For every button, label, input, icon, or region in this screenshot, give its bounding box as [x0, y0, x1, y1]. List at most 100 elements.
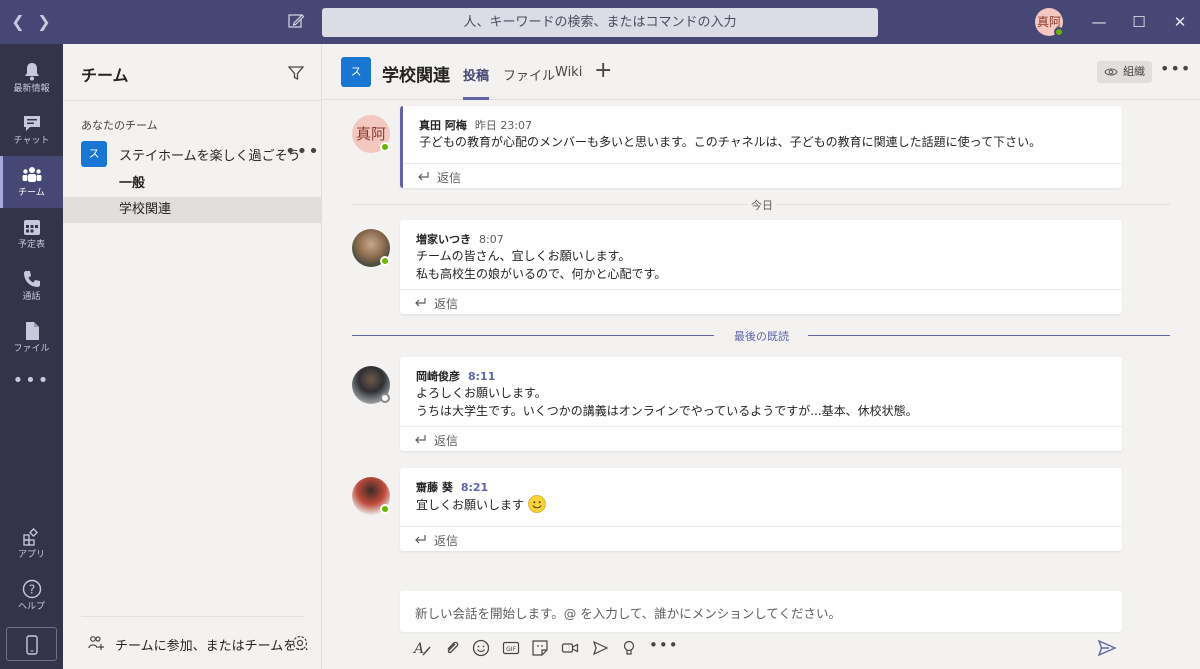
reply-label: 返信	[434, 434, 459, 448]
close-icon[interactable]: ✕	[1168, 10, 1192, 34]
message-card: 岡崎俊彦 8:11 よろしくお願いします。 うちは大学生です。いくつかの講義はオン…	[400, 357, 1122, 451]
team-avatar: ス	[81, 141, 107, 167]
teams-icon	[22, 167, 41, 182]
forward-arrow-icon[interactable]: ❯	[34, 12, 54, 31]
meet-now-icon[interactable]	[561, 639, 579, 657]
gif-icon[interactable]: GIF	[502, 639, 520, 657]
message-author[interactable]: 増家いつき	[416, 233, 471, 246]
rail-calendar[interactable]: 予定表	[0, 208, 63, 260]
rail-label: 通話	[22, 292, 41, 302]
team-item[interactable]: ス ステイホームを楽しく過ごそう •••	[63, 137, 322, 169]
emoji-icon[interactable]	[472, 639, 490, 657]
tab-posts[interactable]: 投稿	[463, 65, 489, 84]
team-name: ステイホームを楽しく過ごそう	[119, 149, 301, 164]
join-team-link[interactable]: チームに参加、またはチームを...	[115, 635, 309, 654]
channel-general[interactable]: 一般	[63, 171, 322, 197]
divider	[81, 616, 304, 617]
message-body: 子どもの教育が心配のメンバーも多いと思います。このチャネルは、子どもの教育に関連…	[419, 133, 1041, 151]
send-icon[interactable]	[1097, 639, 1117, 657]
reply-arrow-icon	[415, 298, 426, 307]
praise-icon[interactable]	[620, 639, 638, 657]
rail-apps[interactable]: アプリ	[0, 518, 63, 570]
presence-available-icon	[380, 142, 390, 152]
rail-chat[interactable]: チャット	[0, 104, 63, 156]
reply-arrow-icon	[415, 435, 426, 444]
help-icon: ?	[22, 579, 41, 599]
message-author[interactable]: 岡崎俊彦	[416, 370, 460, 383]
presence-available-icon	[380, 256, 390, 266]
pane-title: チーム	[81, 66, 129, 85]
rail-calls[interactable]: 通話	[0, 260, 63, 312]
gear-icon[interactable]	[291, 634, 309, 652]
channel-school[interactable]: 学校関連	[63, 197, 322, 223]
message-author[interactable]: 齋藤 葵	[416, 481, 453, 494]
last-read-divider-left	[352, 335, 714, 336]
back-arrow-icon[interactable]: ❮	[8, 12, 28, 31]
rail-teams[interactable]: チーム	[0, 156, 63, 208]
message-line: チームの皆さん、宜しくお願いします。	[416, 249, 631, 263]
rail-activity[interactable]: 最新情報	[0, 52, 63, 104]
rail-label: 最新情報	[13, 84, 50, 94]
org-button[interactable]: 組織	[1097, 61, 1152, 83]
message-header: 岡崎俊彦 8:11	[416, 368, 495, 384]
smile-emoji-icon	[527, 495, 546, 513]
presence-available-icon	[1054, 27, 1064, 37]
maximize-icon[interactable]: ☐	[1127, 10, 1151, 34]
channel-header: ス 学校関連 投稿 ファイル Wiki + 組織 •••	[322, 44, 1200, 100]
compose-box[interactable]: 新しい会話を開始します。@ を入力して、誰かにメンションしてください。	[400, 591, 1122, 632]
presence-offline-icon	[380, 393, 390, 403]
add-tab-icon[interactable]: +	[594, 58, 612, 83]
tab-wiki[interactable]: Wiki	[555, 65, 582, 80]
compose-icon[interactable]	[287, 12, 305, 30]
reply-button[interactable]: 返信	[400, 289, 1122, 314]
section-your-teams: あなたのチーム	[81, 119, 158, 132]
last-read-label: 最後の既読	[734, 330, 789, 343]
rail-label: ファイル	[13, 344, 50, 354]
message-line: よろしくお願いします。	[416, 386, 547, 400]
message-time: 8:21	[460, 481, 489, 494]
attach-icon[interactable]	[443, 639, 461, 657]
org-label: 組織	[1123, 65, 1145, 78]
filter-icon[interactable]	[287, 64, 305, 82]
channel-title: 学校関連	[382, 66, 450, 86]
date-divider-left	[352, 204, 748, 205]
channel-more-icon[interactable]: •••	[1160, 59, 1191, 78]
message-header: 真田 阿梅 昨日 23:07	[419, 117, 532, 133]
more-tools-icon[interactable]: •••	[649, 636, 679, 654]
message-author[interactable]: 真田 阿梅	[419, 119, 467, 132]
reply-button[interactable]: 返信	[403, 163, 1122, 188]
compose-input[interactable]: 新しい会話を開始します。@ を入力して、誰かにメンションしてください。	[415, 603, 841, 622]
teams-pane-header: チーム	[63, 44, 322, 101]
more-icon: •••	[12, 370, 51, 391]
format-icon[interactable]: A	[413, 639, 431, 657]
channel-team-avatar: ス	[341, 57, 371, 87]
date-divider-label: 今日	[751, 199, 773, 212]
reply-label: 返信	[437, 171, 462, 185]
stream-icon[interactable]	[591, 639, 609, 657]
chat-icon	[23, 116, 40, 131]
message-time: 昨日 23:07	[474, 119, 533, 132]
more-options-icon[interactable]: •••	[285, 141, 320, 162]
rail-label: ヘルプ	[17, 602, 45, 612]
minimize-icon[interactable]: —	[1087, 10, 1111, 34]
sticker-icon[interactable]	[531, 639, 549, 657]
svg-text:GIF: GIF	[506, 646, 516, 653]
message-time: 8:07	[479, 233, 504, 246]
rail-label: チャット	[13, 136, 50, 146]
join-team-icon[interactable]	[87, 634, 105, 652]
phone-icon	[23, 271, 40, 287]
search-input[interactable]: 人、キーワードの検索、またはコマンドの入力	[322, 8, 878, 37]
presence-available-icon	[380, 504, 390, 514]
tab-files[interactable]: ファイル	[503, 65, 555, 84]
reply-button[interactable]: 返信	[400, 426, 1122, 451]
rail-label: 予定表	[17, 240, 45, 250]
rail-files[interactable]: ファイル	[0, 312, 63, 364]
rail-help[interactable]: ? ヘルプ	[0, 570, 63, 622]
reply-button[interactable]: 返信	[400, 526, 1122, 551]
message-body: 宜しくお願いします	[416, 495, 546, 514]
message-line: 子どもの教育が心配のメンバーも多いと思います。このチャネルは、子どもの教育に関連…	[419, 135, 1042, 149]
message-time: 8:11	[468, 370, 496, 383]
rail-more[interactable]: •••	[0, 364, 63, 398]
reply-label: 返信	[434, 534, 459, 548]
mobile-app-button[interactable]	[6, 627, 57, 661]
